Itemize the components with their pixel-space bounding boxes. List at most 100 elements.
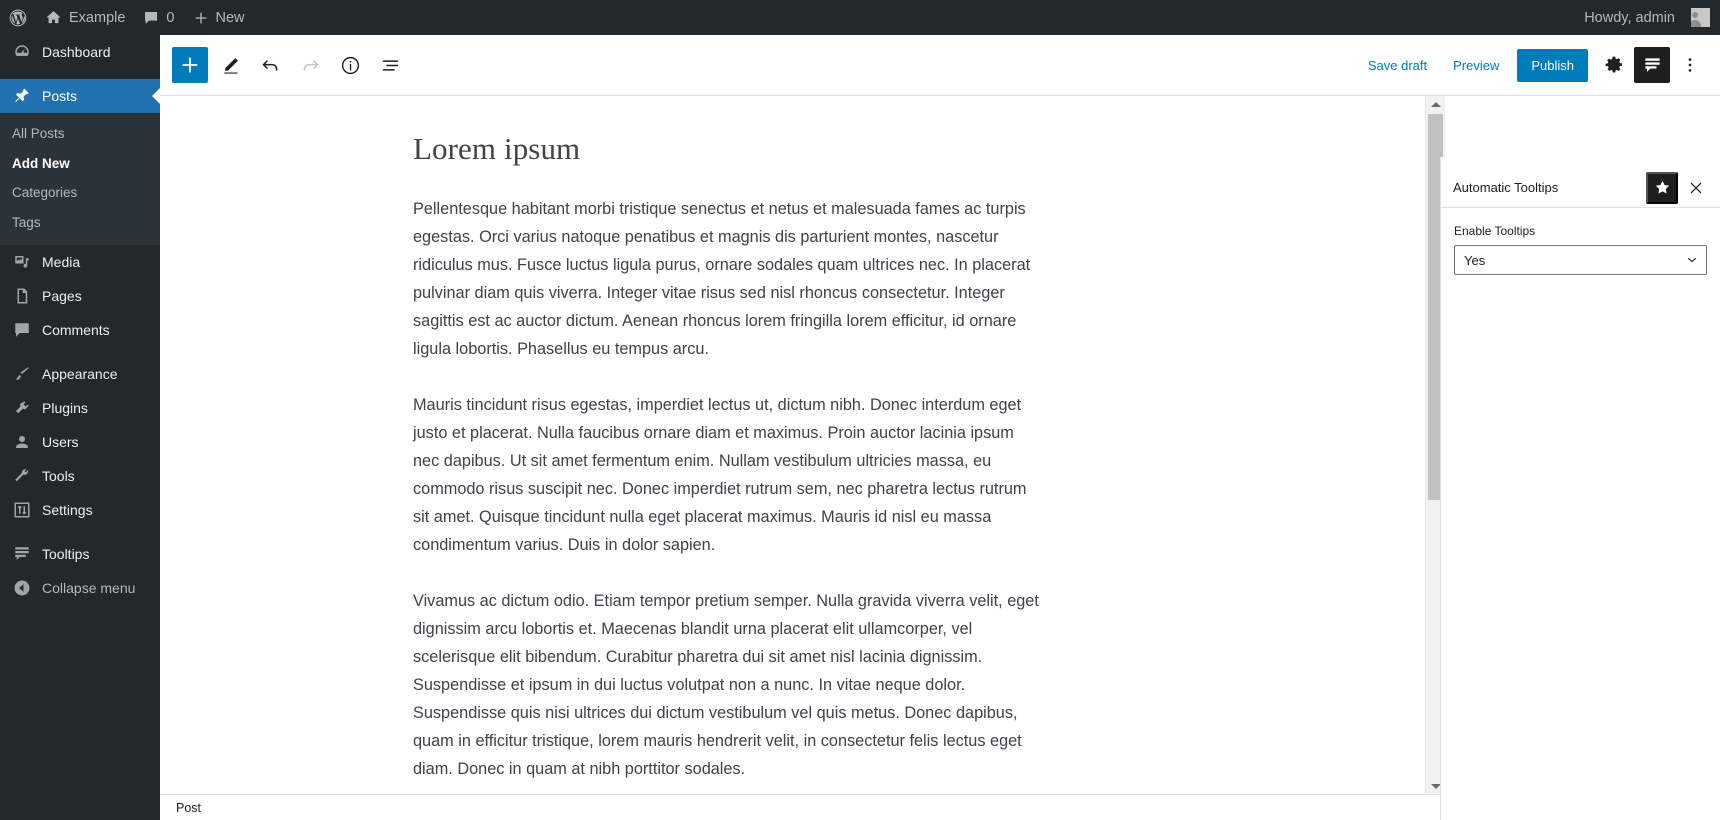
sidebar-item-label: Settings: [42, 502, 93, 519]
close-x-icon: [1688, 180, 1704, 196]
redo-button[interactable]: [292, 47, 328, 83]
post-paragraph[interactable]: Mauris tincidunt risus egestas, imperdie…: [413, 391, 1040, 559]
collapse-arrow-icon: [12, 578, 32, 598]
editor-body: Lorem ipsum Pellentesque habitant morbi …: [160, 96, 1720, 820]
editor-header-toolbar: Save draft Preview Publish: [160, 35, 1720, 96]
wordpress-logo-icon: [8, 8, 28, 28]
settings-sidebar-body: Enable Tooltips Yes: [1441, 208, 1720, 275]
triangle-down-icon: [1430, 783, 1441, 789]
tooltips-panel-button[interactable]: [1634, 47, 1670, 83]
redo-arrow-icon: [300, 55, 321, 76]
undo-arrow-icon: [260, 55, 281, 76]
wp-logo-button[interactable]: [0, 0, 36, 35]
user-avatar-icon: [1691, 8, 1710, 27]
sidebar-item-posts[interactable]: Posts: [0, 79, 160, 113]
sidebar-item-label: Comments: [42, 322, 110, 339]
howdy-label: Howdy, admin: [1584, 9, 1675, 26]
menu-separator: [0, 527, 160, 537]
star-filled-icon: [1654, 179, 1671, 196]
collapse-menu-button[interactable]: Collapse menu: [0, 571, 160, 605]
sidebar-item-label: Appearance: [42, 366, 118, 383]
post-paragraph[interactable]: Pellentesque habitant morbi tristique se…: [413, 195, 1040, 363]
close-panel-button[interactable]: [1680, 172, 1712, 204]
user-icon: [12, 432, 32, 452]
comment-bubble-icon: [143, 10, 159, 26]
editor-toolbar-left: [172, 47, 408, 83]
editor-toolbar-right: Save draft Preview Publish: [1356, 47, 1708, 83]
sidebar-item-tooltips[interactable]: Tooltips: [0, 537, 160, 571]
scroll-up-button[interactable]: [1426, 96, 1445, 112]
paintbrush-icon: [12, 364, 32, 384]
submenu-item-add-new[interactable]: Add New: [0, 149, 160, 179]
pushpin-icon: [12, 86, 32, 106]
editor-canvas[interactable]: Lorem ipsum Pellentesque habitant morbi …: [160, 96, 1325, 794]
home-icon: [45, 9, 62, 26]
comments-count: 0: [166, 9, 175, 26]
submenu-item-all-posts[interactable]: All Posts: [0, 119, 160, 149]
tools-pencil-button[interactable]: [212, 47, 248, 83]
sidebar-item-media[interactable]: Media: [0, 245, 160, 279]
sidebar-item-label: Plugins: [42, 400, 88, 417]
sidebar-item-tools[interactable]: Tools: [0, 459, 160, 493]
new-content-button[interactable]: New: [184, 0, 254, 35]
post-paragraph[interactable]: Vivamus ac dictum odio. Etiam tempor pre…: [413, 587, 1040, 783]
submenu-item-tags[interactable]: Tags: [0, 208, 160, 238]
triangle-up-icon: [1430, 101, 1441, 107]
sidebar-item-users[interactable]: Users: [0, 425, 160, 459]
new-content-label: New: [215, 9, 245, 26]
editor-canvas-wrapper: Lorem ipsum Pellentesque habitant morbi …: [160, 96, 1325, 794]
tooltips-speech-icon: [12, 544, 32, 564]
settings-sidebar-header: Automatic Tooltips: [1441, 168, 1720, 208]
undo-button[interactable]: [252, 47, 288, 83]
add-block-button[interactable]: [172, 47, 208, 83]
submenu-item-categories[interactable]: Categories: [0, 178, 160, 208]
post-title[interactable]: Lorem ipsum: [413, 130, 1040, 167]
collapse-menu-label: Collapse menu: [42, 580, 136, 597]
comment-bubble-icon: [12, 320, 32, 340]
sidebar-item-dashboard[interactable]: Dashboard: [0, 35, 160, 69]
pencil-icon: [220, 55, 241, 76]
preview-button[interactable]: Preview: [1441, 50, 1511, 81]
enable-tooltips-select[interactable]: Yes: [1454, 245, 1707, 275]
publish-button[interactable]: Publish: [1517, 48, 1588, 82]
post-content: Lorem ipsum Pellentesque habitant morbi …: [413, 130, 1040, 783]
settings-sidebar: Automatic Tooltips Enable Tooltips Yes: [1440, 157, 1720, 820]
breadcrumb[interactable]: Post: [176, 801, 201, 815]
more-options-button[interactable]: [1672, 47, 1708, 83]
plug-icon: [12, 398, 32, 418]
site-name-label: Example: [69, 9, 126, 26]
sidebar-item-label: Tools: [42, 468, 75, 485]
admin-bar: Example 0 New Howdy, admin: [0, 0, 1720, 35]
sidebar-item-comments[interactable]: Comments: [0, 313, 160, 347]
plus-icon: [193, 10, 209, 26]
sliders-icon: [12, 500, 32, 520]
enable-tooltips-select-wrapper: Yes: [1454, 245, 1707, 275]
list-view-icon: [380, 55, 401, 76]
enable-tooltips-label: Enable Tooltips: [1454, 224, 1536, 238]
settings-button[interactable]: [1596, 47, 1632, 83]
posts-submenu: All Posts Add New Categories Tags: [0, 113, 160, 246]
sidebar-item-settings[interactable]: Settings: [0, 493, 160, 527]
list-view-button[interactable]: [372, 47, 408, 83]
gear-icon: [1604, 55, 1624, 75]
enable-tooltips-value: Yes: [1464, 252, 1486, 268]
sidebar-item-pages[interactable]: Pages: [0, 279, 160, 313]
pages-document-icon: [12, 286, 32, 306]
settings-sidebar-actions: [1646, 171, 1712, 204]
sidebar-item-appearance[interactable]: Appearance: [0, 357, 160, 391]
sidebar-item-label: Media: [42, 254, 81, 271]
site-name-button[interactable]: Example: [36, 0, 134, 35]
wrench-icon: [12, 466, 32, 486]
sidebar-item-plugins[interactable]: Plugins: [0, 391, 160, 425]
sidebar-item-label: Dashboard: [42, 44, 111, 60]
dashboard-gauge-icon: [12, 42, 32, 62]
info-circle-icon: [340, 55, 361, 76]
my-account-button[interactable]: Howdy, admin: [1576, 0, 1710, 35]
sidebar-item-label: Posts: [42, 88, 78, 104]
block-editor: Save draft Preview Publish Lorem ipsum P…: [160, 35, 1720, 820]
save-draft-button[interactable]: Save draft: [1356, 50, 1439, 81]
pin-panel-button[interactable]: [1646, 171, 1678, 204]
comments-bubble-button[interactable]: 0: [134, 0, 183, 35]
three-dots-vertical-icon: [1680, 55, 1700, 75]
details-button[interactable]: [332, 47, 368, 83]
